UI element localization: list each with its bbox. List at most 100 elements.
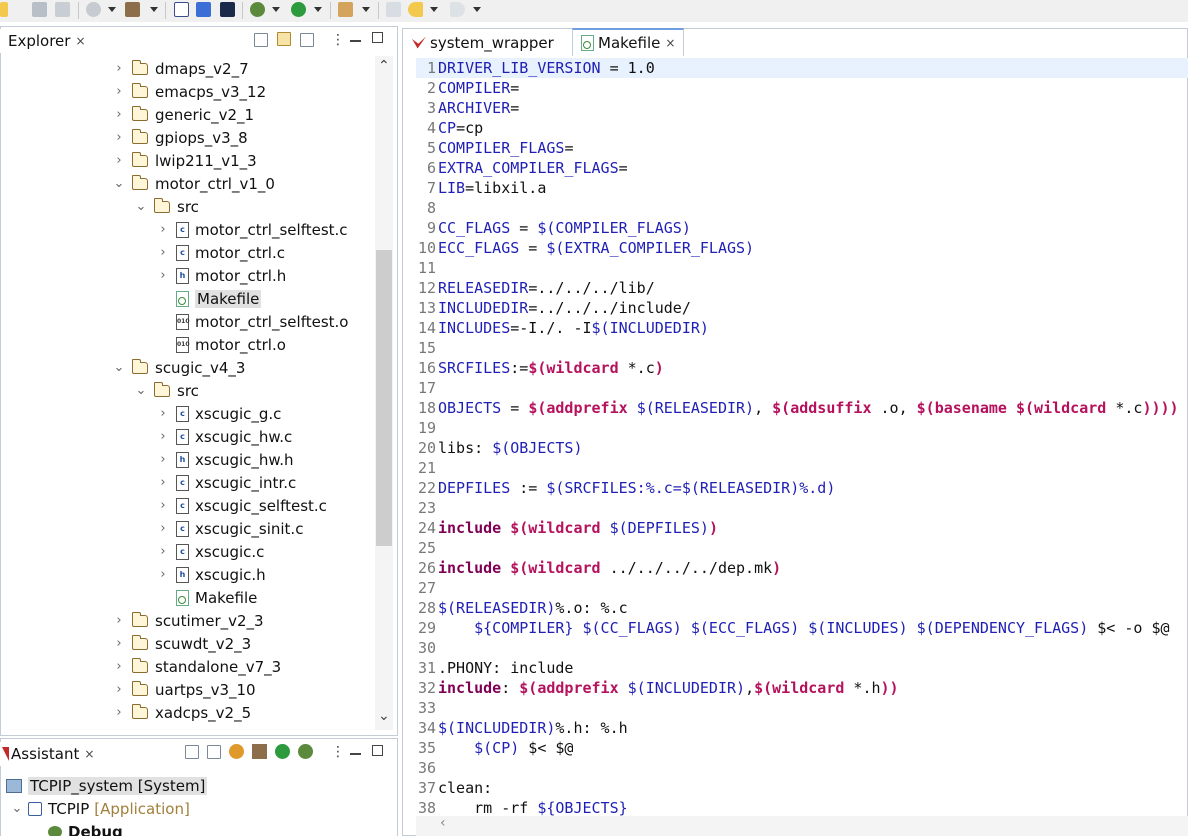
code-line[interactable]: 26 include $(wildcard ../../../../dep.mk) xyxy=(416,558,1188,578)
chevron-right-icon[interactable]: › xyxy=(156,245,170,260)
link-with-editor-icon[interactable] xyxy=(277,32,291,46)
tree-folder-item[interactable]: › dmaps_v2_7 xyxy=(112,57,249,80)
chevron-right-icon[interactable]: › xyxy=(112,636,126,651)
chevron-down-icon[interactable]: ⌄ xyxy=(10,801,24,816)
code-line[interactable]: 32 include: $(addprefix $(INCLUDEDIR),$(w… xyxy=(416,678,1188,698)
assistant-minimize-icon[interactable] xyxy=(350,753,361,755)
code-line[interactable]: 3 ARCHIVER= xyxy=(416,98,1188,118)
chevron-down-icon[interactable]: ⌄ xyxy=(112,360,126,375)
external-tools-icon[interactable] xyxy=(338,2,353,17)
assistant-maximize-icon[interactable] xyxy=(372,745,383,756)
forward-icon[interactable] xyxy=(450,2,465,17)
tree-file-item[interactable]: Makefile xyxy=(156,287,262,310)
tree-folder-item[interactable]: › lwip211_v1_3 xyxy=(112,149,257,172)
tree-folder-item[interactable]: › scutimer_v2_3 xyxy=(112,609,264,632)
print-dropdown-icon[interactable] xyxy=(108,7,116,12)
view-menu-icon[interactable]: ⋮ xyxy=(331,32,345,48)
assistant-settings-gear-icon[interactable] xyxy=(229,744,244,759)
code-line[interactable]: 8 xyxy=(416,198,1188,218)
code-line[interactable]: 23 xyxy=(416,498,1188,518)
tree-folder-item[interactable]: › gpiops_v3_8 xyxy=(112,126,248,149)
chevron-right-icon[interactable]: › xyxy=(156,406,170,421)
tree-file-item[interactable]: Makefile xyxy=(156,586,257,609)
assistant-run-icon[interactable] xyxy=(275,744,290,759)
code-line[interactable]: 25 xyxy=(416,538,1188,558)
code-line[interactable]: 18 OBJECTS = $(addprefix $(RELEASEDIR), $… xyxy=(416,398,1188,418)
code-line[interactable]: 22 DEPFILES := $(SRCFILES:%.c=$(RELEASEDI… xyxy=(416,478,1188,498)
tree-file-item[interactable]: › c motor_ctrl.c xyxy=(156,241,285,264)
run-dropdown-icon[interactable] xyxy=(314,7,322,12)
back-dropdown-icon[interactable] xyxy=(430,7,438,12)
collapse-all-icon[interactable] xyxy=(254,33,268,47)
editor-scroll-left-icon[interactable]: ‹ xyxy=(440,815,446,831)
explorer-scroll-up-icon[interactable]: ⌃ xyxy=(378,58,390,74)
filter-icon[interactable] xyxy=(300,33,314,47)
tree-file-item[interactable]: › c motor_ctrl_selftest.c xyxy=(156,218,347,241)
assistant-tab[interactable]: Assistant × xyxy=(0,742,95,766)
chevron-right-icon[interactable]: › xyxy=(156,452,170,467)
assistant-close-icon[interactable]: × xyxy=(84,747,94,761)
tree-folder-item[interactable]: ⌄ src xyxy=(134,379,199,402)
tree-file-item[interactable]: › c xscugic_selftest.c xyxy=(156,494,327,517)
code-line[interactable]: 12 RELEASEDIR=../../../lib/ xyxy=(416,278,1188,298)
chevron-right-icon[interactable]: › xyxy=(156,268,170,283)
tree-file-item[interactable]: › c xscugic_g.c xyxy=(156,402,281,425)
terminal-icon[interactable] xyxy=(174,2,189,17)
tree-folder-item[interactable]: › generic_v2_1 xyxy=(112,103,254,126)
forward-dropdown-icon[interactable] xyxy=(473,7,481,12)
explorer-close-icon[interactable]: × xyxy=(75,34,85,48)
chevron-down-icon[interactable]: ⌄ xyxy=(134,383,148,398)
tree-file-item[interactable]: › h xscugic_hw.h xyxy=(156,448,293,471)
tree-file-item[interactable]: › c xscugic_sinit.c xyxy=(156,517,303,540)
code-line[interactable]: 2 COMPILER= xyxy=(416,78,1188,98)
code-line[interactable]: 38 rm -rf ${OBJECTS} xyxy=(416,798,1188,816)
code-line[interactable]: 9 CC_FLAGS = $(COMPILER_FLAGS) xyxy=(416,218,1188,238)
tree-folder-item[interactable]: ⌄ scugic_v4_3 xyxy=(112,356,245,379)
chevron-down-icon[interactable]: ⌄ xyxy=(134,199,148,214)
code-line[interactable]: 37 clean: xyxy=(416,778,1188,798)
chevron-right-icon[interactable]: › xyxy=(156,521,170,536)
debug-dropdown-icon[interactable] xyxy=(272,7,280,12)
tree-file-item[interactable]: › c xscugic_hw.c xyxy=(156,425,292,448)
chevron-right-icon[interactable]: › xyxy=(156,567,170,582)
tree-folder-item[interactable]: › scuwdt_v2_3 xyxy=(112,632,251,655)
back-icon[interactable] xyxy=(408,2,423,17)
tree-folder-item[interactable]: › standalone_v7_3 xyxy=(112,655,281,678)
external-tools-dropdown-icon[interactable] xyxy=(362,7,370,12)
code-editor[interactable]: 1 DRIVER_LIB_VERSION = 1.0 2 COMPILER= 3 ARCH… xyxy=(416,58,1188,816)
assistant-expand-icon[interactable] xyxy=(207,745,221,759)
chevron-right-icon[interactable]: › xyxy=(156,475,170,490)
assistant-view-menu-icon[interactable]: ⋮ xyxy=(331,744,345,760)
program-fpga-icon[interactable] xyxy=(196,2,211,17)
console-icon[interactable] xyxy=(220,2,235,17)
build-dropdown-icon[interactable] xyxy=(150,7,158,12)
tree-folder-item[interactable]: › uartps_v3_10 xyxy=(112,678,256,701)
tree-file-item[interactable]: › h motor_ctrl.h xyxy=(156,264,286,287)
code-line[interactable]: 17 xyxy=(416,378,1188,398)
explorer-tab[interactable]: Explorer × xyxy=(0,29,86,53)
last-edit-icon[interactable] xyxy=(386,2,401,17)
tab-makefile-close-icon[interactable]: × xyxy=(665,36,675,50)
tree-folder-item[interactable]: › xadcps_v2_5 xyxy=(112,701,251,724)
debug-bug-icon[interactable] xyxy=(250,2,265,17)
explorer-scroll-down-icon[interactable]: ⌄ xyxy=(378,708,390,724)
new-icon[interactable] xyxy=(0,2,8,17)
code-line[interactable]: 33 xyxy=(416,698,1188,718)
chevron-right-icon[interactable]: › xyxy=(112,130,126,145)
code-line[interactable]: 1 DRIVER_LIB_VERSION = 1.0 xyxy=(416,58,1188,78)
code-line[interactable]: 24 include $(wildcard $(DEPFILES)) xyxy=(416,518,1188,538)
chevron-down-icon[interactable]: ⌄ xyxy=(112,176,126,191)
code-line[interactable]: 16 SRCFILES:=$(wildcard *.c) xyxy=(416,358,1188,378)
tree-file-item[interactable]: › c xscugic_intr.c xyxy=(156,471,296,494)
tree-file-item[interactable]: › h xscugic.h xyxy=(156,563,265,586)
assistant-debug-item[interactable]: Debug xyxy=(48,820,123,836)
tree-file-item[interactable]: › c xscugic.c xyxy=(156,540,264,563)
code-line[interactable]: 20 libs: $(OBJECTS) xyxy=(416,438,1188,458)
print-icon[interactable] xyxy=(86,2,101,17)
code-line[interactable]: 35 $(CP) $< $@ xyxy=(416,738,1188,758)
run-icon[interactable] xyxy=(291,2,306,17)
chevron-right-icon[interactable]: › xyxy=(112,682,126,697)
code-line[interactable]: 29 ${COMPILER} $(CC_FLAGS) $(ECC_FLAGS) … xyxy=(416,618,1188,638)
build-hammer-icon[interactable] xyxy=(125,2,140,17)
save-icon[interactable] xyxy=(32,2,47,17)
